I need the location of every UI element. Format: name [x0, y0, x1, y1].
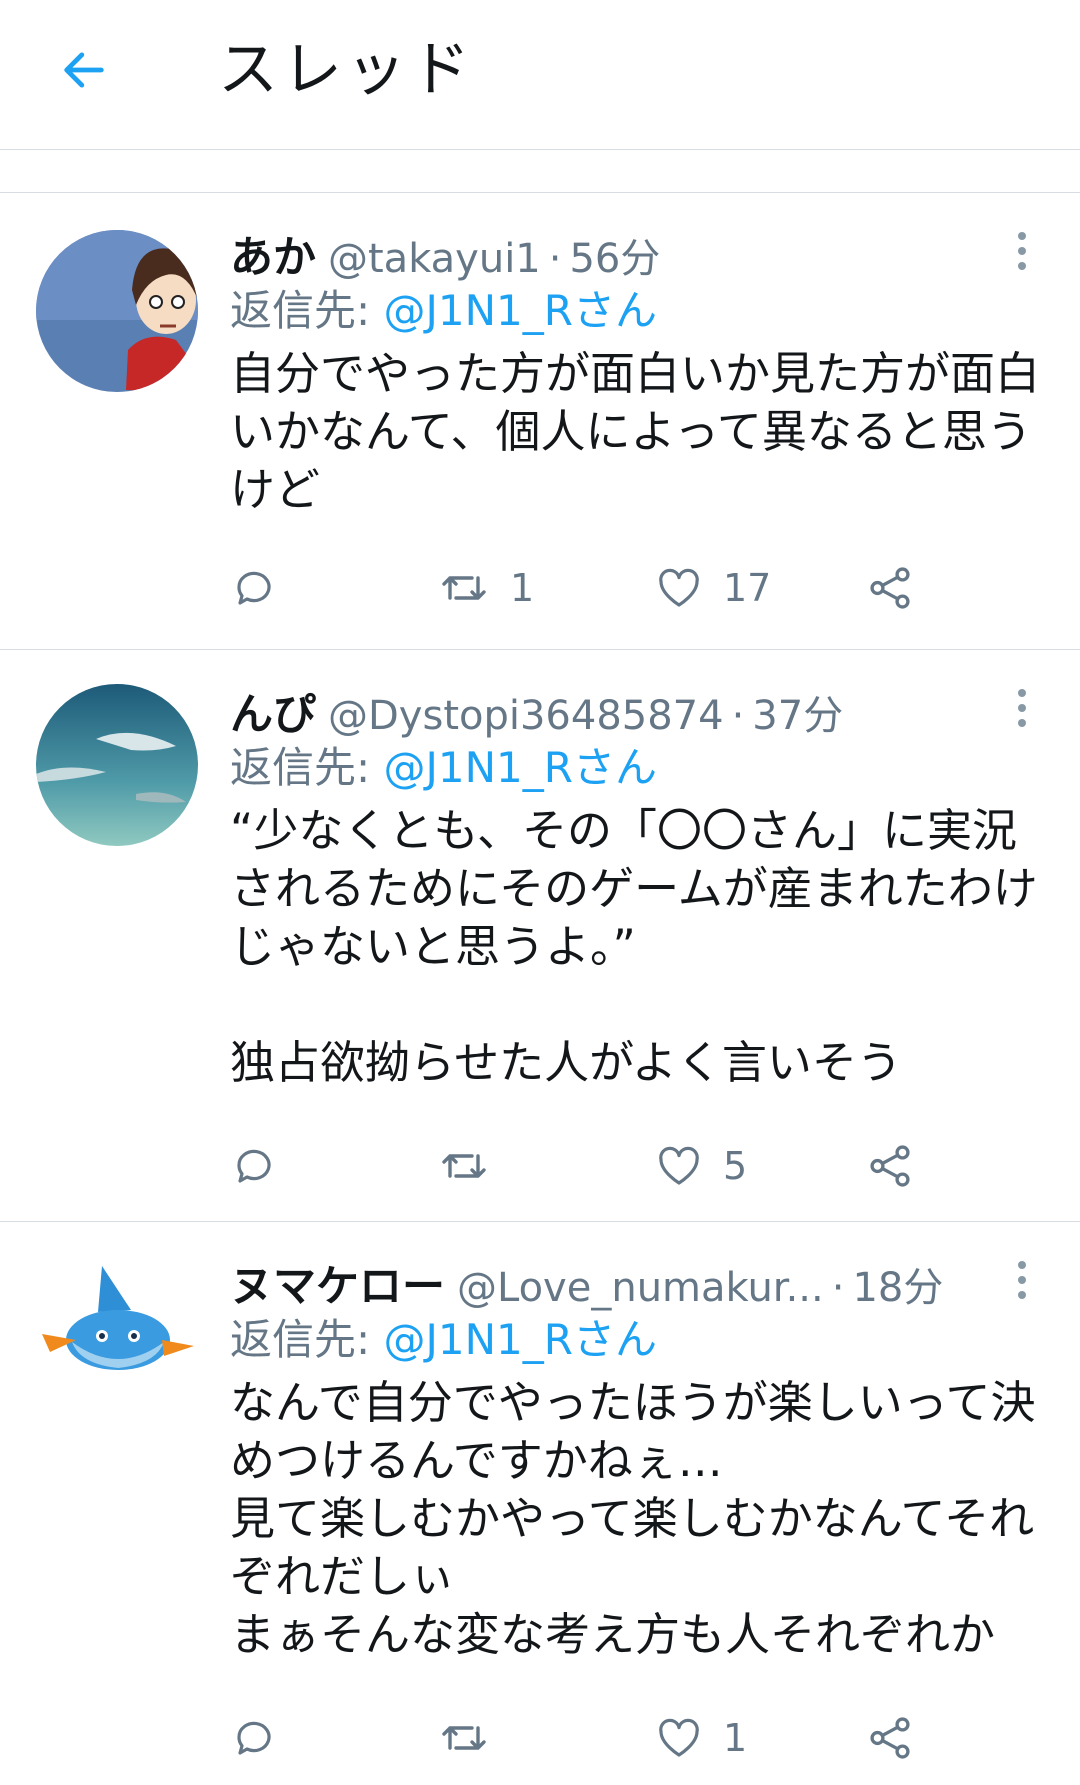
share-button[interactable] — [865, 558, 915, 618]
more-vertical-icon[interactable] — [1002, 223, 1042, 279]
like-button[interactable]: 1 — [655, 1708, 747, 1768]
avatar[interactable] — [36, 230, 198, 392]
separator-dot: · — [548, 236, 562, 282]
top-bar: スレッド — [0, 0, 1080, 150]
separator-dot: · — [731, 693, 745, 739]
back-button[interactable] — [50, 36, 118, 104]
tweet[interactable]: んぴ @Dystopi36485874 · 37分 返信先: @J1N1_Rさん… — [0, 652, 1080, 1222]
timestamp[interactable]: 56分 — [569, 226, 660, 284]
tweet-meta: ヌマケロー @Love_numakur... · 18分 — [230, 1252, 980, 1312]
user-handle[interactable]: @Love_numakur... — [457, 1265, 824, 1311]
reply-button[interactable] — [230, 558, 298, 618]
action-bar: 5 — [230, 1136, 930, 1196]
share-icon — [870, 1717, 910, 1759]
like-count: 1 — [723, 1716, 748, 1760]
like-count: 17 — [723, 566, 772, 610]
retweet-button[interactable]: 1 — [438, 558, 534, 618]
reply-mention-link[interactable]: @J1N1_Rさん — [384, 1315, 657, 1364]
retweet-count: 1 — [510, 566, 535, 610]
heart-icon — [659, 1146, 699, 1185]
reply-bubble-icon — [237, 1721, 271, 1755]
display-name[interactable]: あか — [230, 223, 316, 285]
like-button[interactable]: 5 — [655, 1136, 747, 1196]
heart-icon — [659, 1718, 699, 1757]
arrow-left-icon — [64, 52, 104, 88]
action-bar: 1 — [230, 1708, 930, 1768]
retweet-button[interactable] — [438, 1136, 510, 1196]
display-name[interactable]: ヌマケロー — [230, 1252, 445, 1314]
timestamp[interactable]: 37分 — [752, 683, 843, 741]
tweet[interactable]: あか @takayui1 · 56分 返信先: @J1N1_Rさん 自分でやった… — [0, 195, 1080, 650]
reply-bubble-icon — [237, 571, 271, 605]
reply-context: 返信先: @J1N1_Rさん — [230, 740, 657, 796]
reply-button[interactable] — [230, 1708, 298, 1768]
thread-gap — [0, 151, 1080, 193]
page-title: スレッド — [218, 35, 474, 105]
tweet[interactable]: ヌマケロー @Love_numakur... · 18分 返信先: @J1N1_… — [0, 1224, 1080, 1785]
reply-prefix: 返信先: — [230, 1315, 384, 1364]
reply-mention-link[interactable]: @J1N1_Rさん — [384, 743, 657, 792]
retweet-icon — [442, 1726, 486, 1750]
heart-icon — [659, 568, 699, 607]
tweet-meta: あか @takayui1 · 56分 — [230, 223, 980, 283]
share-icon — [870, 1145, 910, 1187]
reply-context: 返信先: @J1N1_Rさん — [230, 283, 657, 339]
avatar[interactable] — [36, 1256, 198, 1418]
more-vertical-icon[interactable] — [1002, 680, 1042, 736]
tweet-text: “少なくとも、その「〇〇さん」に実況 されるためにそのゲームが産まれたわけ じゃ… — [230, 804, 1038, 1089]
reply-button[interactable] — [230, 1136, 298, 1196]
tweet-text: なんで自分でやったほうが楽しいって決 めつけるんですかねぇ… 見て楽しむかやって… — [230, 1376, 1036, 1661]
reply-context: 返信先: @J1N1_Rさん — [230, 1312, 657, 1368]
reply-bubble-icon — [237, 1149, 271, 1183]
action-bar: 1 17 — [230, 558, 930, 618]
retweet-icon — [442, 1154, 486, 1178]
display-name[interactable]: んぴ — [230, 680, 316, 742]
retweet-button[interactable] — [438, 1708, 510, 1768]
like-button[interactable]: 17 — [655, 558, 771, 618]
share-icon — [870, 567, 910, 609]
like-count: 5 — [723, 1144, 748, 1188]
user-handle[interactable]: @takayui1 — [328, 236, 541, 282]
separator-dot: · — [831, 1265, 845, 1311]
share-button[interactable] — [865, 1708, 915, 1768]
share-button[interactable] — [865, 1136, 915, 1196]
timestamp[interactable]: 18分 — [852, 1255, 943, 1313]
reply-prefix: 返信先: — [230, 286, 384, 335]
avatar[interactable] — [36, 684, 198, 846]
user-handle[interactable]: @Dystopi36485874 — [328, 693, 724, 739]
more-vertical-icon[interactable] — [1002, 1252, 1042, 1308]
tweet-text: 自分でやった方が面白いか見た方が面白 いかなんて、個人によって異なると思う けど — [230, 347, 1041, 516]
reply-mention-link[interactable]: @J1N1_Rさん — [384, 286, 657, 335]
reply-prefix: 返信先: — [230, 743, 384, 792]
retweet-icon — [442, 576, 486, 600]
tweet-meta: んぴ @Dystopi36485874 · 37分 — [230, 680, 980, 740]
